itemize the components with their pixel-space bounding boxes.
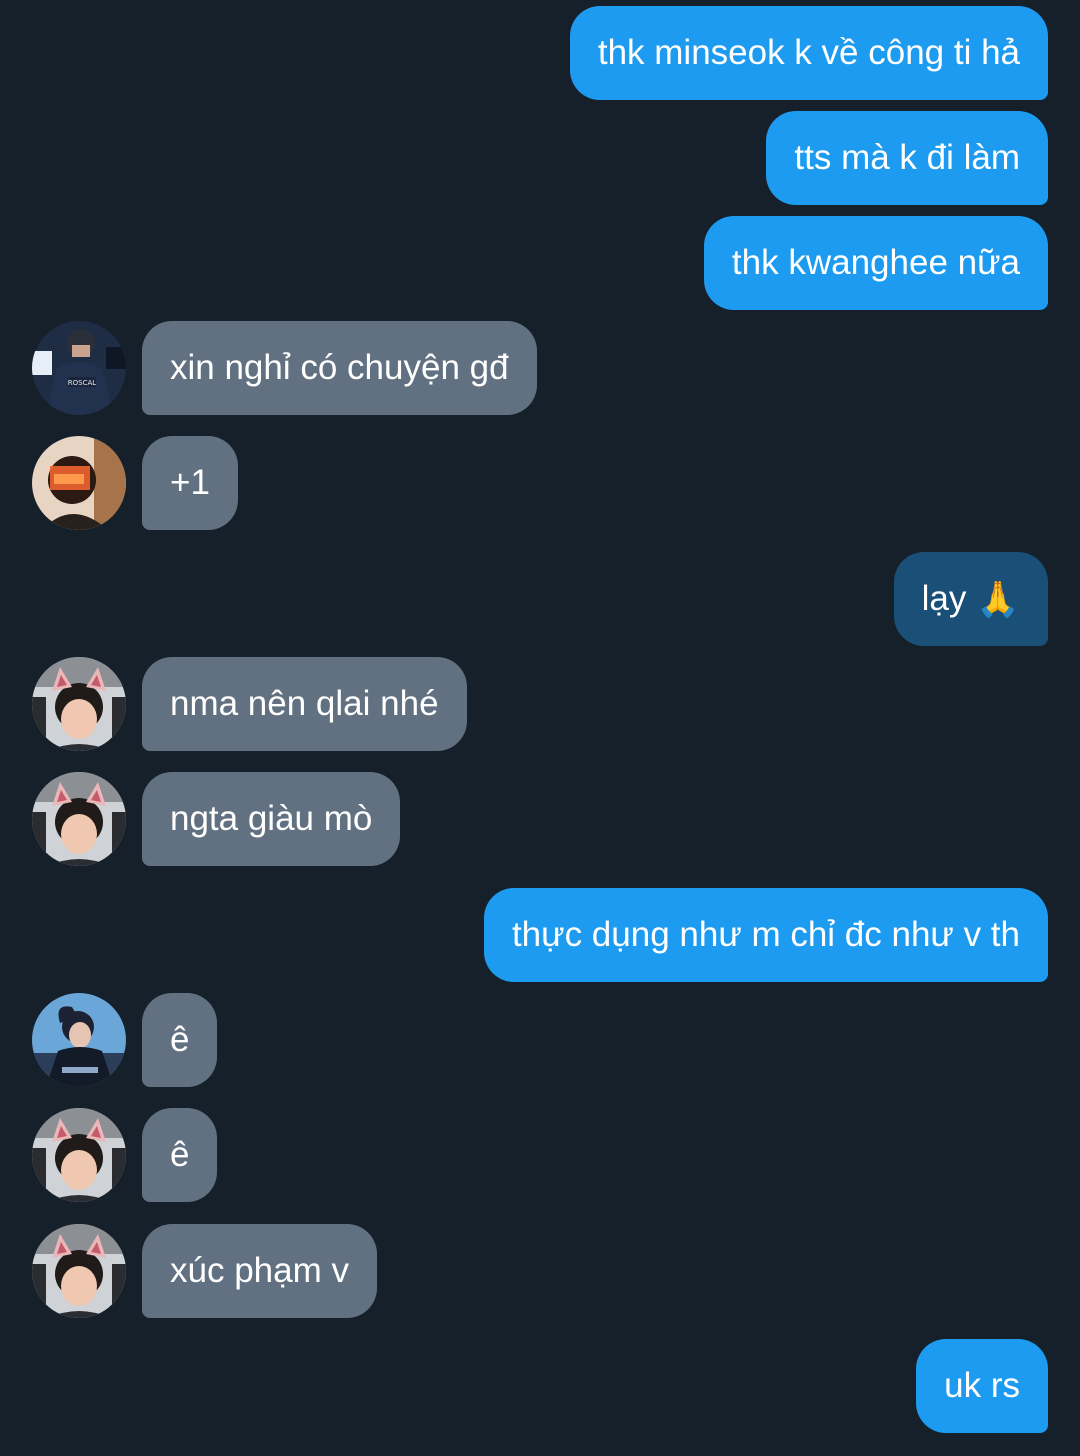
avatar-cat-ears[interactable] [32, 1108, 126, 1202]
message-text: thực dụng như m chỉ đc như v th [511, 915, 1020, 954]
message-bubble-outgoing-selected[interactable]: lạy 🙏 [893, 552, 1048, 646]
message-text: ê [170, 1020, 190, 1059]
message-bubble-outgoing[interactable]: thực dụng như m chỉ đc như v th [483, 888, 1048, 982]
message-text: xúc phạm v [170, 1251, 349, 1290]
message-text: +1 [170, 463, 210, 502]
message-text: lạy [921, 579, 967, 618]
message-text: thk minseok k về công ti hả [597, 33, 1020, 72]
message-bubble-incoming[interactable]: +1 [142, 436, 238, 530]
avatar-cat-ears[interactable] [32, 772, 126, 866]
message-text: thk kwanghee nữa [731, 243, 1020, 282]
avatar-jacket[interactable]: ROSCAL [32, 321, 126, 415]
message-text: tts mà k đi làm [794, 138, 1020, 177]
message-bubble-incoming[interactable]: ê [142, 993, 218, 1087]
message-text: xin nghỉ có chuyện gđ [170, 348, 509, 387]
folded-hands-icon: 🙏 [976, 579, 1020, 619]
avatar-jersey-text: ROSCAL [68, 379, 96, 387]
message-text: nma nên qlai nhé [170, 684, 439, 723]
message-bubble-outgoing[interactable]: tts mà k đi làm [766, 111, 1048, 205]
message-text: uk rs [944, 1366, 1020, 1405]
message-bubble-incoming[interactable]: xúc phạm v [142, 1224, 377, 1318]
avatar-cat-ears[interactable] [32, 657, 126, 751]
message-text: ngta giàu mò [170, 799, 373, 838]
message-bubble-incoming[interactable]: ê [142, 1108, 218, 1202]
message-bubble-incoming[interactable]: xin nghỉ có chuyện gđ [142, 321, 537, 415]
message-bubble-outgoing[interactable]: thk minseok k về công ti hả [569, 6, 1048, 100]
message-bubble-incoming[interactable]: ngta giàu mò [142, 772, 401, 866]
avatar-blue-pose[interactable] [32, 993, 126, 1087]
chat-screen: { "messages": [ {"id": "m1", "direction"… [0, 0, 1080, 1456]
message-text: ê [170, 1135, 190, 1174]
avatar-cat-ears[interactable] [32, 1224, 126, 1318]
message-bubble-incoming[interactable]: nma nên qlai nhé [142, 657, 467, 751]
avatar-orange[interactable] [32, 436, 126, 530]
message-bubble-outgoing[interactable]: uk rs [916, 1339, 1048, 1433]
message-bubble-outgoing[interactable]: thk kwanghee nữa [703, 216, 1048, 310]
